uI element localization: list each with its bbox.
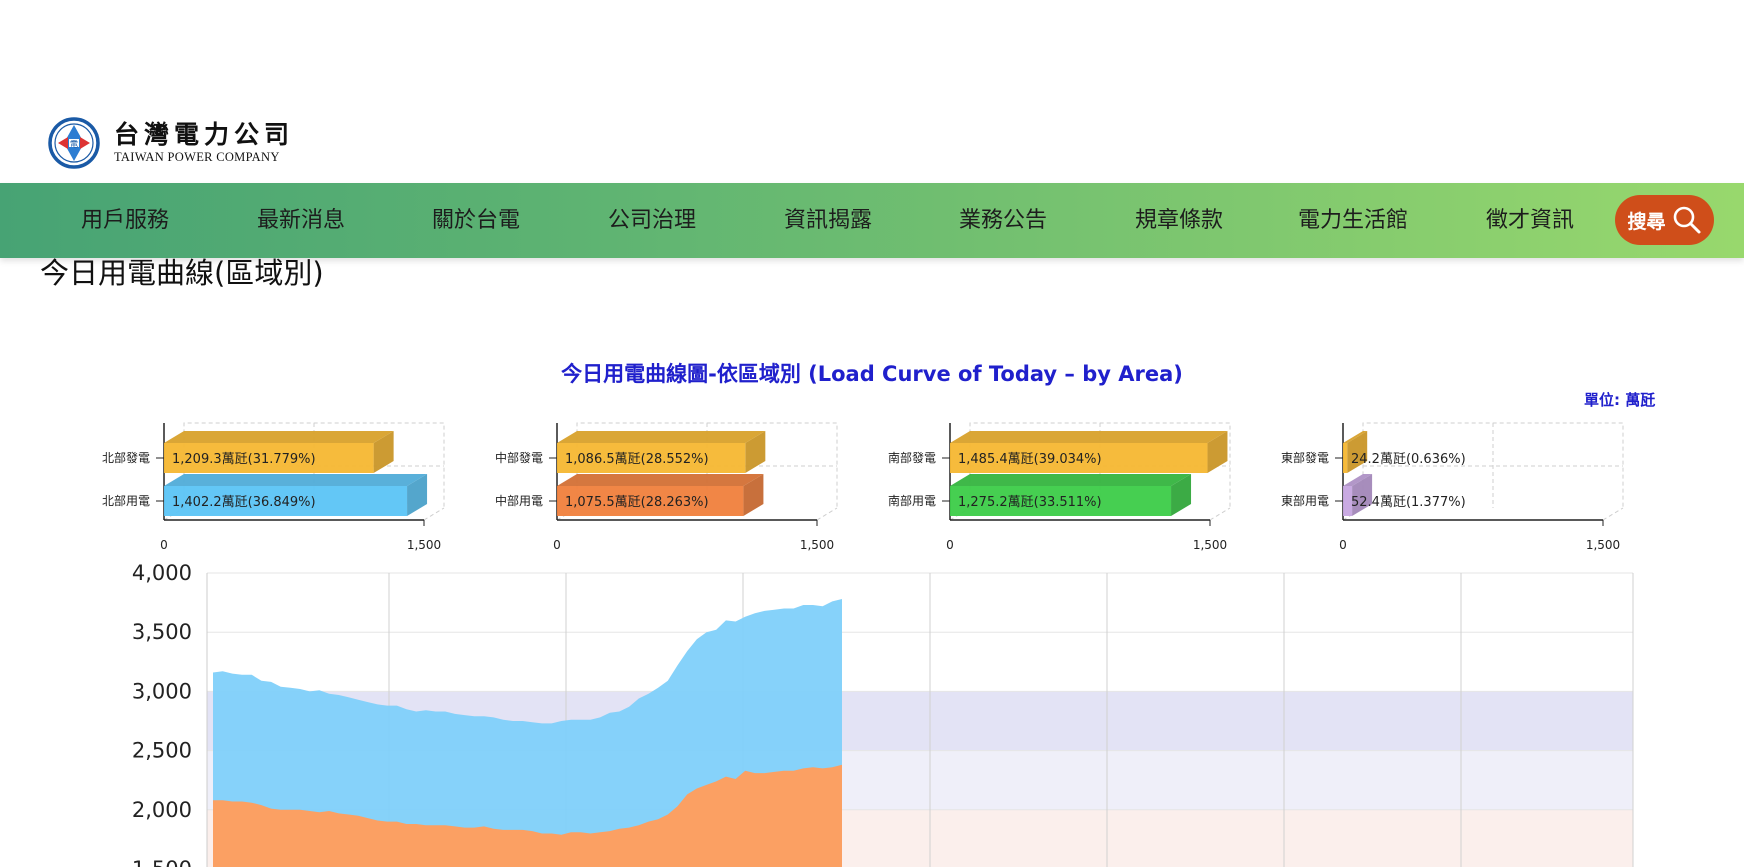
bar-top: [950, 474, 1192, 486]
nav-item-announcements[interactable]: 業務公告: [959, 183, 1047, 258]
taipower-logo-icon: 電: [48, 117, 100, 169]
bar-value-label: 1,402.2萬瓩(36.849%): [172, 495, 316, 510]
bar-panel-x-tick-label: 1,500: [1193, 538, 1227, 552]
bar-value-label: 1,209.3萬瓩(31.779%): [172, 452, 316, 467]
nav-item-governance[interactable]: 公司治理: [608, 183, 696, 258]
bar-panel-grid: [1602, 507, 1624, 521]
bar-top: [164, 474, 428, 486]
area-y-tick-label: 4,000: [132, 561, 192, 585]
bar-value-label: 1,485.4萬瓩(39.034%): [958, 452, 1102, 467]
logo-name-cn: 台灣電力公司: [114, 120, 295, 149]
bar-panel-x-tick-label: 0: [160, 538, 168, 552]
bar-panel-grid: [423, 507, 445, 521]
bar-category-label: 中部發電: [495, 450, 543, 465]
bar-value-label: 1,086.5萬瓩(28.552%): [565, 452, 709, 467]
main-nav: 用戶服務 最新消息 關於台電 公司治理 資訊揭露 業務公告 規章條款 電力生活館…: [0, 183, 1744, 258]
bar-panel-x-tick-label: 0: [1339, 538, 1347, 552]
bar-category-label: 東部發電: [1281, 450, 1329, 465]
bar-category-label: 南部發電: [888, 450, 936, 465]
bar-top: [557, 474, 764, 486]
bar-panel-x-tick-label: 1,500: [407, 538, 441, 552]
bar-category-label: 北部發電: [102, 450, 150, 465]
nav-item-disclosure[interactable]: 資訊揭露: [784, 183, 872, 258]
bar: [1343, 443, 1348, 473]
bar-category-label: 北部用電: [102, 493, 150, 508]
search-button[interactable]: 搜尋: [1615, 195, 1714, 245]
area-y-tick-label: 2,000: [132, 798, 192, 822]
bar-value-label: 1,075.5萬瓩(28.263%): [565, 495, 709, 510]
bar-category-label: 東部用電: [1281, 493, 1329, 508]
load-curve-chart: 0 1,500 北部發電 1,209.3萬瓩(31.779%) 北部用電 1,402.2萬…: [102, 422, 1634, 867]
bar-category-label: 中部用電: [495, 493, 543, 508]
nav-item-news[interactable]: 最新消息: [257, 183, 345, 258]
nav-item-about[interactable]: 關於台電: [432, 183, 520, 258]
nav-item-customer-service[interactable]: 用戶服務: [81, 183, 169, 258]
bar-panel-x-tick-label: 1,500: [800, 538, 834, 552]
bar-panel-x-tick-label: 1,500: [1586, 538, 1620, 552]
bar-top: [557, 431, 766, 443]
nav-item-regulations[interactable]: 規章條款: [1135, 183, 1223, 258]
area-y-tick-label: 3,500: [132, 620, 192, 644]
bar-value-label: 24.2萬瓩(0.636%): [1351, 452, 1466, 467]
bar-panel-x-tick-label: 0: [553, 538, 561, 552]
chart-title: 今日用電曲線圖-依區域別 (Load Curve of Today – by A…: [561, 362, 1183, 386]
bar-value-label: 1,275.2萬瓩(33.511%): [958, 495, 1102, 510]
bar-top: [950, 431, 1228, 443]
bar-category-label: 南部用電: [888, 493, 936, 508]
nav-item-careers[interactable]: 徵才資訊: [1486, 183, 1574, 258]
area-y-tick-label: 1,500: [132, 857, 192, 867]
search-label: 搜尋: [1627, 210, 1666, 233]
logo-text: 台灣電力公司 TAIWAN POWER COMPANY: [114, 121, 294, 165]
area-y-tick-label: 2,500: [132, 739, 192, 763]
page-title: 今日用電曲線(區域別): [40, 256, 324, 290]
area-y-tick-label: 3,000: [132, 679, 192, 703]
search-icon: [1673, 206, 1700, 234]
bar-value-label: 52.4萬瓩(1.377%): [1351, 495, 1466, 510]
bar-panel-grid: [816, 507, 838, 521]
svg-text:電: 電: [70, 140, 78, 149]
bar-panel-x-tick-label: 0: [946, 538, 954, 552]
bar-panel-grid: [1209, 507, 1231, 521]
nav-item-power-life[interactable]: 電力生活館: [1298, 183, 1408, 258]
logo[interactable]: 電 台灣電力公司 TAIWAN POWER COMPANY: [48, 115, 294, 171]
logo-name-en: TAIWAN POWER COMPANY: [114, 150, 280, 164]
bar-top: [164, 431, 394, 443]
